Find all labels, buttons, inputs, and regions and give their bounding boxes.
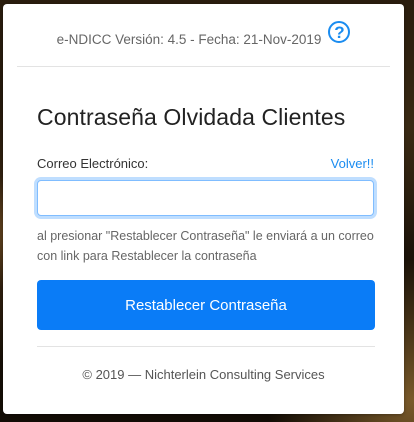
email-input[interactable]: [37, 180, 374, 216]
card-header: e-NDICC Versión: 4.5 - Fecha: 21-Nov-201…: [17, 4, 390, 67]
back-link[interactable]: Volver!!: [331, 156, 374, 171]
footer-text: © 2019 — Nichterlein Consulting Services: [82, 367, 325, 382]
reset-password-button[interactable]: Restablecer Contraseña: [37, 280, 375, 330]
divider: [37, 346, 375, 347]
question-circle-icon[interactable]: ?: [328, 21, 351, 43]
version-text: e-NDICC Versión: 4.5 - Fecha: 21-Nov-201…: [56, 31, 322, 47]
help-text: al presionar "Restablecer Contraseña" le…: [37, 229, 374, 263]
page-title: Contraseña Olvidada Clientes: [37, 104, 346, 130]
login-card: e-NDICC Versión: 4.5 - Fecha: 21-Nov-201…: [3, 4, 404, 414]
email-label: Correo Electrónico:: [37, 156, 149, 171]
